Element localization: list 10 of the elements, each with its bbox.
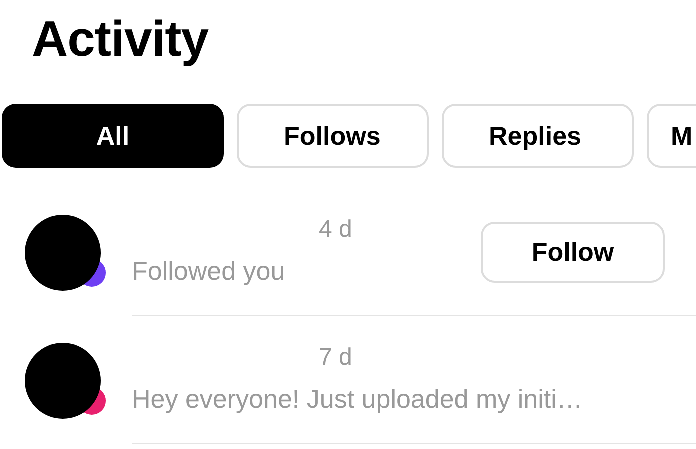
filter-tab[interactable]: Replies — [442, 104, 634, 168]
page-title: Activity — [32, 14, 209, 64]
activity-text: Hey everyone! Just uploaded my initi… — [132, 386, 583, 412]
filter-tab[interactable]: Follows — [237, 104, 429, 168]
filter-tab[interactable]: M — [647, 104, 696, 168]
timestamp: 4 d — [319, 218, 352, 242]
activity-text: Followed you — [132, 258, 286, 284]
follow-button[interactable]: Follow — [481, 222, 665, 283]
timestamp: 7 d — [319, 346, 352, 370]
filter-tab[interactable]: All — [2, 104, 224, 168]
